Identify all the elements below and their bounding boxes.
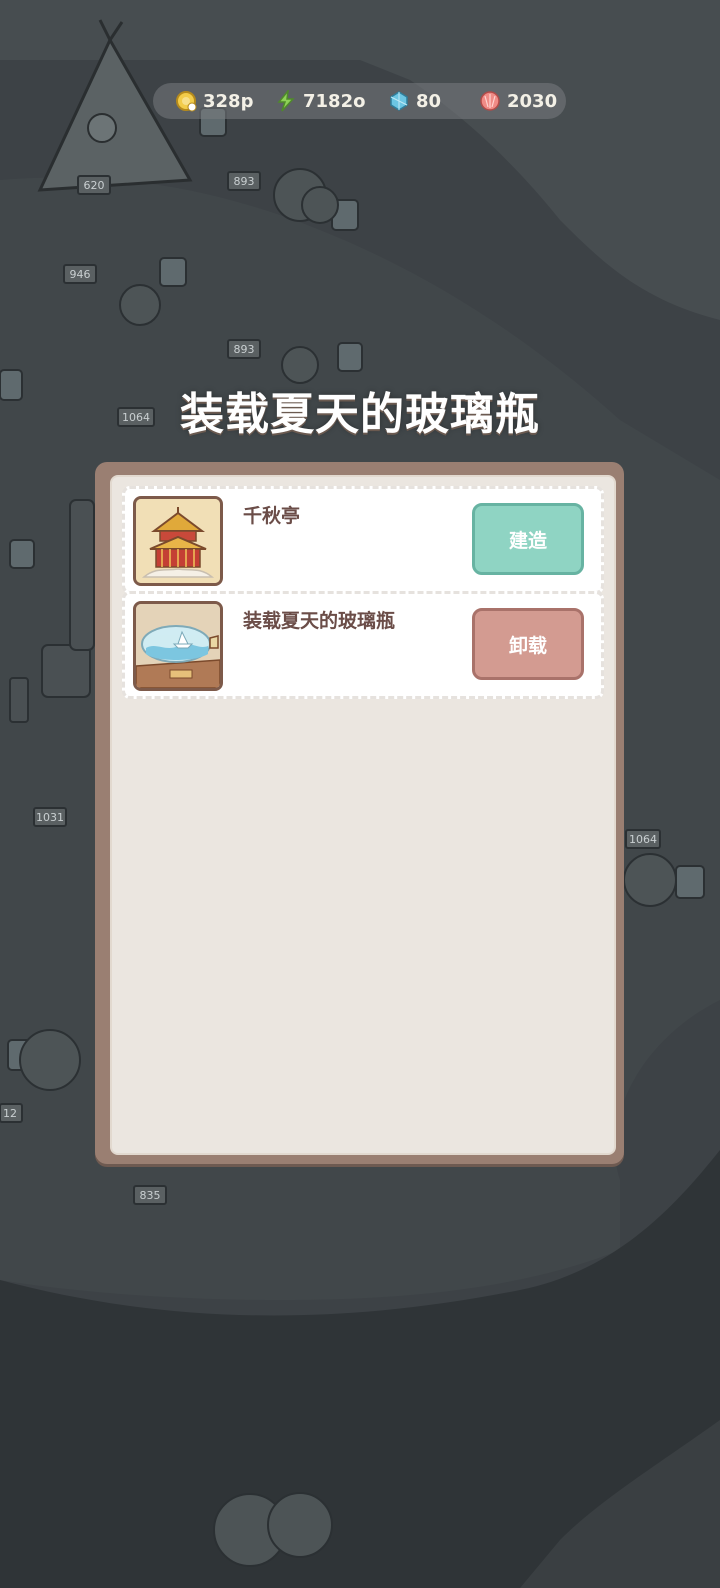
coin-value: 328p	[203, 90, 254, 112]
item-name: 装载夏天的玻璃瓶	[243, 610, 396, 632]
item-name: 千秋亭	[243, 505, 301, 527]
resource-shell[interactable]: 2030	[479, 83, 557, 119]
list-item: 装载夏天的玻璃瓶 卸载	[122, 591, 604, 699]
page-title: 装载夏天的玻璃瓶	[180, 389, 540, 440]
coin-icon	[175, 90, 197, 112]
sign-label: 12	[3, 1107, 17, 1120]
sign-label: 620	[84, 179, 105, 192]
resource-gem[interactable]: 80	[388, 83, 441, 119]
unload-button[interactable]: 卸载	[472, 608, 584, 680]
sign-label: 946	[70, 268, 91, 281]
shell-icon	[479, 90, 501, 112]
sign-label: 1031	[36, 811, 64, 824]
glass-bottle-icon	[133, 601, 223, 691]
sign-label: 893	[234, 175, 255, 188]
build-button[interactable]: 建造	[472, 503, 584, 575]
resource-coin[interactable]: 328p	[175, 83, 253, 119]
lightning-icon	[275, 88, 297, 112]
shell-value: 2030	[507, 90, 558, 112]
gem-icon	[388, 90, 410, 112]
gem-value: 80	[416, 90, 442, 112]
sign-label: 835	[140, 1189, 161, 1202]
pavilion-icon	[133, 496, 223, 586]
resource-energy[interactable]: 7182o	[275, 83, 365, 119]
sign-label: 893	[234, 343, 255, 356]
energy-value: 7182o	[303, 90, 366, 112]
list-item: 千秋亭 建造	[122, 486, 604, 594]
sign-label: 1064	[629, 833, 657, 846]
